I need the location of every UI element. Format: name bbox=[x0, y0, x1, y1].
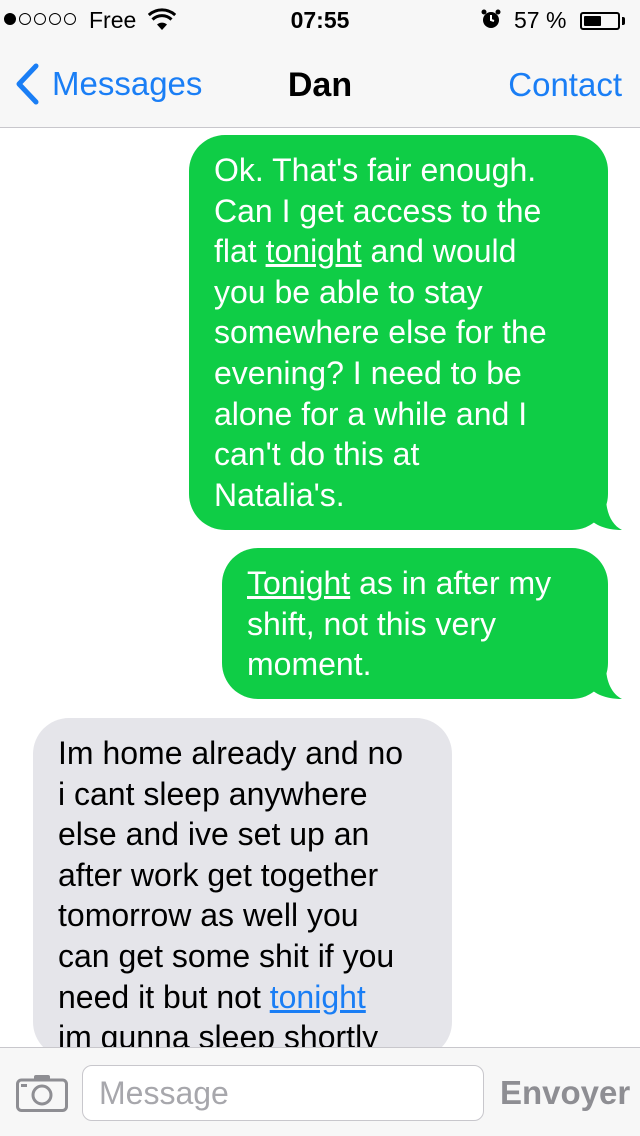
message-link[interactable]: Tonight bbox=[247, 565, 350, 601]
navigation-bar: Messages Dan Contact bbox=[0, 40, 640, 128]
camera-icon[interactable] bbox=[16, 1074, 68, 1112]
contact-button[interactable]: Contact bbox=[508, 66, 622, 104]
sent-bubble-tail bbox=[588, 497, 622, 530]
sent-message-bubble[interactable]: Ok. That's fair enough. Can I get access… bbox=[189, 135, 608, 530]
received-message-bubble[interactable]: Im home already and no i cant sleep anyw… bbox=[33, 718, 452, 1047]
back-button[interactable]: Messages bbox=[14, 62, 202, 106]
message-text: im gunna sleep shortly bbox=[58, 1019, 379, 1047]
sent-message-bubble[interactable]: Tonight as in after my shift, not this v… bbox=[222, 548, 608, 699]
message-text: and would you be able to stay somewhere … bbox=[214, 233, 547, 513]
alarm-icon bbox=[481, 9, 501, 28]
message-input[interactable] bbox=[82, 1065, 484, 1121]
status-bar: Free 07:55 57 % bbox=[0, 0, 640, 40]
message-input-bar: Envoyer bbox=[0, 1047, 640, 1136]
back-label: Messages bbox=[52, 65, 203, 102]
chevron-left-icon bbox=[16, 63, 39, 105]
conversation-title: Dan bbox=[287, 66, 353, 104]
message-text: Im home already and no i cant sleep anyw… bbox=[58, 735, 404, 1015]
sent-bubble-tail bbox=[588, 666, 622, 699]
battery-icon bbox=[580, 12, 620, 30]
message-link[interactable]: tonight bbox=[270, 979, 366, 1015]
send-button[interactable]: Envoyer bbox=[500, 1074, 630, 1112]
messages-screen: Free 07:55 57 % Messages Dan Contact Ok.… bbox=[0, 0, 640, 1136]
message-link[interactable]: tonight bbox=[266, 233, 362, 269]
battery-percent: 57 % bbox=[514, 7, 567, 33]
message-list[interactable]: Ok. That's fair enough. Can I get access… bbox=[0, 129, 640, 1047]
battery-tip bbox=[622, 17, 625, 25]
